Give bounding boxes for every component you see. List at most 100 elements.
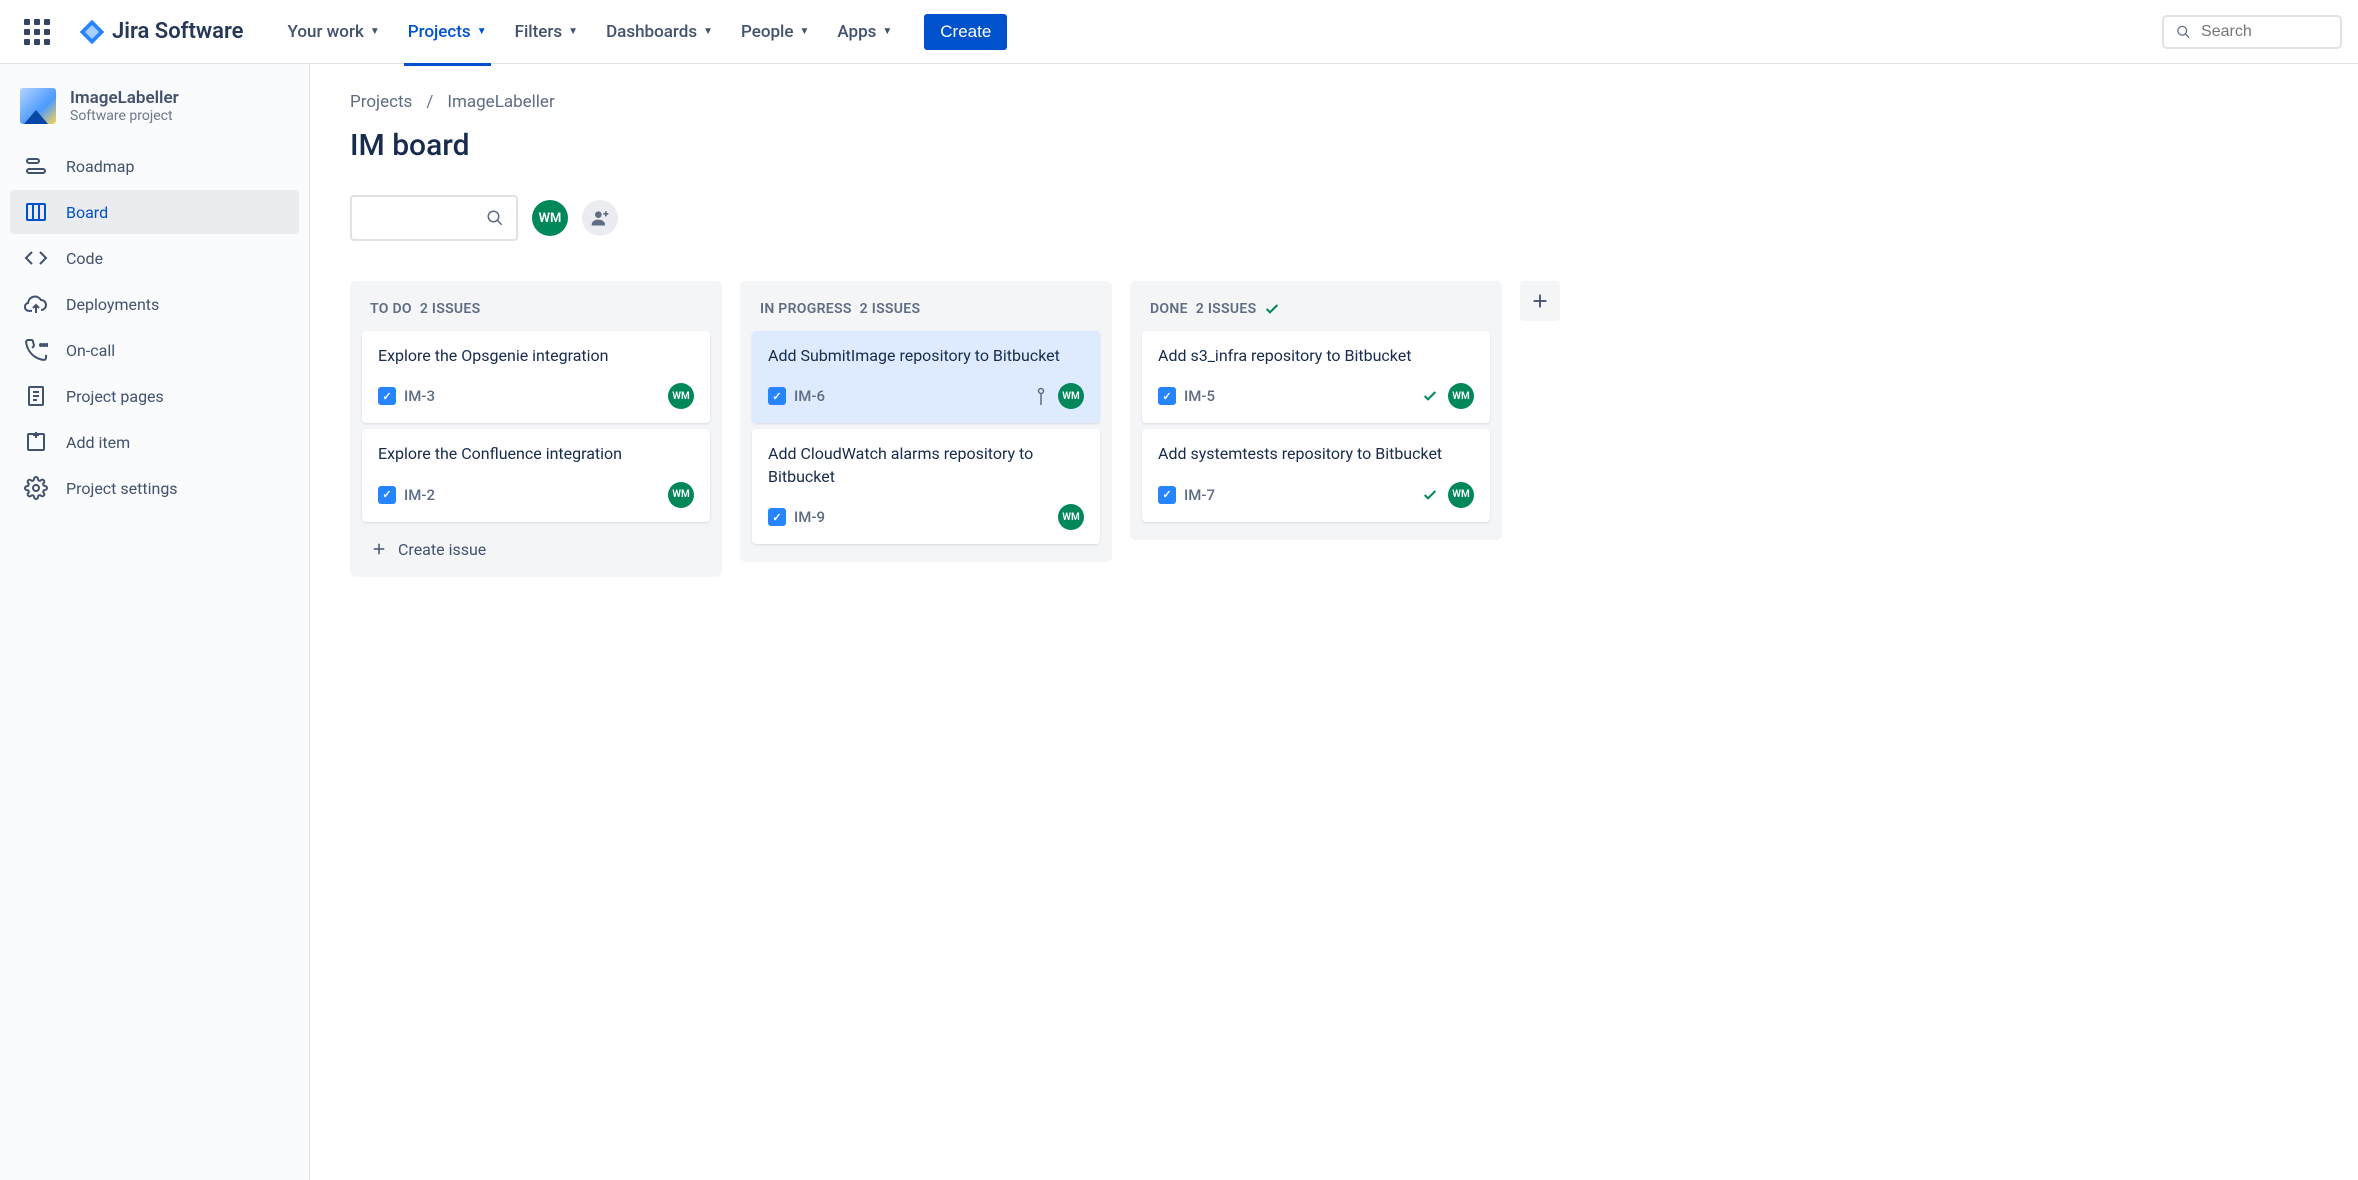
plus-icon [1529,290,1551,312]
card-title: Add SubmitImage repository to Bitbucket [768,345,1084,367]
search-icon [2176,23,2191,41]
roadmap-icon [24,154,48,178]
card-title: Add systemtests repository to Bitbucket [1158,443,1474,465]
assignee-avatar[interactable]: WM [668,383,694,409]
project-avatar-icon [20,88,56,124]
nav-your-work[interactable]: Your work▼ [276,16,392,48]
issue-key: IM-6 [794,387,825,405]
add-people-button[interactable] [582,200,618,236]
nav-apps[interactable]: Apps▼ [825,16,904,48]
issue-card[interactable]: Add systemtests repository to Bitbucket … [1142,429,1490,521]
issue-card[interactable]: Explore the Opsgenie integration IM-3 WM [362,331,710,423]
logo[interactable]: Jira Software [66,18,256,46]
issue-key: IM-7 [1184,486,1215,504]
logo-text: Jira Software [112,19,244,44]
sidebar-item-oncall[interactable]: On-call [10,328,299,372]
page-icon [24,384,48,408]
issue-card[interactable]: Add s3_infra repository to Bitbucket IM-… [1142,331,1490,423]
breadcrumb-project[interactable]: ImageLabeller [447,92,554,112]
cloud-upload-icon [24,292,48,316]
column-done: DONE 2 ISSUES Add s3_infra repository to… [1130,281,1502,540]
nav-projects[interactable]: Projects▼ [396,16,499,48]
board-controls: WM [350,195,2318,241]
task-type-icon [768,387,786,405]
issue-card[interactable]: Add SubmitImage repository to Bitbucket … [752,331,1100,423]
card-title: Explore the Opsgenie integration [378,345,694,367]
app-switcher-icon[interactable] [16,11,58,53]
sidebar-item-code[interactable]: Code [10,236,299,280]
assignee-avatar[interactable]: WM [1058,383,1084,409]
sidebar-item-label: Roadmap [66,157,134,176]
issue-key: IM-2 [404,486,435,504]
gear-icon [24,476,48,500]
search-input[interactable] [2201,23,2328,41]
task-type-icon [1158,387,1176,405]
column-header[interactable]: TO DO 2 ISSUES [362,293,710,331]
sidebar-item-deployments[interactable]: Deployments [10,282,299,326]
sidebar-item-settings[interactable]: Project settings [10,466,299,510]
board-icon [24,200,48,224]
sidebar-item-label: Deployments [66,295,159,314]
task-type-icon [1158,486,1176,504]
column-count: 2 ISSUES [420,301,481,317]
card-title: Add CloudWatch alarms repository to Bitb… [768,443,1084,488]
search-icon [486,209,504,227]
nav-people[interactable]: People▼ [729,16,821,48]
main-content: Projects / ImageLabeller IM board WM TO … [310,64,2358,1180]
column-header[interactable]: DONE 2 ISSUES [1142,293,1490,331]
column-name: IN PROGRESS [760,301,852,317]
sidebar-item-label: Code [66,249,103,268]
issue-card[interactable]: Explore the Confluence integration IM-2 … [362,429,710,521]
project-header[interactable]: ImageLabeller Software project [10,88,299,144]
assignee-avatar[interactable]: WM [668,482,694,508]
column-header[interactable]: IN PROGRESS 2 ISSUES [752,293,1100,331]
done-check-icon [1422,487,1438,503]
nav-filters[interactable]: Filters▼ [503,16,590,48]
breadcrumb-root[interactable]: Projects [350,92,412,112]
sidebar: ImageLabeller Software project Roadmap B… [0,64,310,1180]
project-type: Software project [70,108,179,124]
chevron-down-icon: ▼ [882,26,892,37]
task-type-icon [378,387,396,405]
global-search[interactable] [2162,15,2342,49]
issue-key: IM-5 [1184,387,1215,405]
top-navigation: Jira Software Your work▼ Projects▼ Filte… [0,0,2358,64]
create-issue-label: Create issue [398,540,486,559]
add-item-icon [24,430,48,454]
chevron-down-icon: ▼ [799,26,809,37]
chevron-down-icon: ▼ [370,26,380,37]
jira-logo-icon [78,18,106,46]
assignee-avatar[interactable]: WM [1448,383,1474,409]
chevron-down-icon: ▼ [477,26,487,37]
sidebar-item-board[interactable]: Board [10,190,299,234]
project-title: ImageLabeller [70,88,179,108]
column-name: DONE [1150,301,1188,317]
column-name: TO DO [370,301,412,317]
sidebar-item-pages[interactable]: Project pages [10,374,299,418]
card-title: Add s3_infra repository to Bitbucket [1158,345,1474,367]
issue-key: IM-9 [794,508,825,526]
add-column-button[interactable] [1520,281,1560,321]
phone-icon [24,338,48,362]
person-add-icon [590,208,610,228]
sidebar-item-roadmap[interactable]: Roadmap [10,144,299,188]
issue-key: IM-3 [404,387,435,405]
board-search[interactable] [350,195,518,241]
create-issue-button[interactable]: Create issue [362,528,710,565]
done-check-icon [1264,301,1280,317]
breadcrumb: Projects / ImageLabeller [350,92,2318,112]
assignee-avatar[interactable]: WM [1448,482,1474,508]
assignee-avatar[interactable]: WM [1058,504,1084,530]
chevron-down-icon: ▼ [703,26,713,37]
assignee-filter-avatar[interactable]: WM [532,200,568,236]
nav-dashboards[interactable]: Dashboards▼ [594,16,725,48]
sidebar-item-label: Board [66,203,108,222]
task-type-icon [768,508,786,526]
sidebar-item-add[interactable]: Add item [10,420,299,464]
create-button[interactable]: Create [924,14,1007,50]
sidebar-item-label: Add item [66,433,130,452]
nav-items: Your work▼ Projects▼ Filters▼ Dashboards… [276,16,905,48]
issue-card[interactable]: Add CloudWatch alarms repository to Bitb… [752,429,1100,544]
sidebar-item-label: On-call [66,341,115,360]
plus-icon [370,540,388,558]
